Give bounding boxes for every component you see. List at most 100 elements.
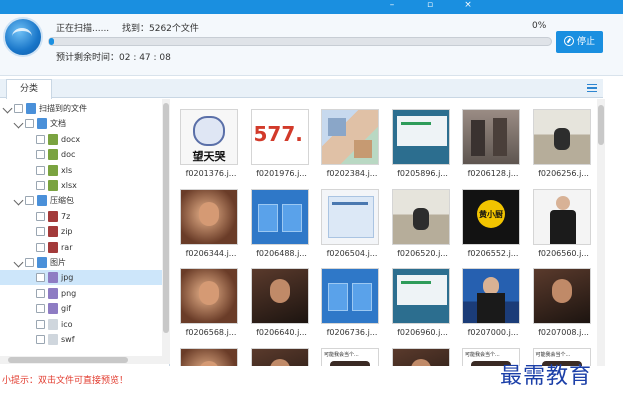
tree-item-rar[interactable]: rar [0, 240, 162, 255]
tree-checkbox[interactable] [36, 227, 45, 237]
tree-item-swf[interactable]: swf [0, 332, 162, 347]
grid-vertical-scrollbar[interactable] [597, 99, 605, 366]
thumbnail-image[interactable] [391, 188, 450, 245]
file-thumbnail[interactable]: f0206640.j... [247, 262, 317, 341]
thumbnail-image[interactable]: 黄小厨 [462, 188, 520, 245]
thumbnail-image[interactable] [250, 188, 309, 245]
file-thumbnail[interactable]: f0205896.j... [388, 103, 458, 182]
tree-checkbox[interactable] [36, 319, 45, 329]
tree-item-label: rar [61, 242, 73, 252]
tree-item-doc[interactable]: doc [0, 147, 162, 162]
thumbnail-image[interactable]: 可能我会当个... [321, 347, 379, 366]
maximize-button[interactable]: ▫ [410, 0, 450, 14]
tree-item-png[interactable]: png [0, 286, 162, 301]
tree-item-ico[interactable]: ico [0, 317, 162, 332]
tree-item-扫描到的文件[interactable]: 扫描到的文件 [0, 101, 162, 116]
thumbnail-image[interactable] [180, 188, 238, 245]
file-thumbnail[interactable]: f0202384.j... [317, 103, 387, 182]
thumbnail-image[interactable] [391, 347, 450, 366]
file-thumbnail[interactable]: f0206736.j... [317, 262, 387, 341]
thumbnail-image[interactable] [532, 188, 591, 245]
thumbnail-image[interactable] [391, 109, 450, 165]
expand-toggle-icon[interactable] [13, 195, 24, 206]
file-thumbnail[interactable]: f0206504.j... [317, 183, 387, 262]
tab-category[interactable]: 分类 [6, 79, 52, 99]
tree-item-图片[interactable]: 图片 [0, 255, 162, 270]
thumbnail-image[interactable] [462, 268, 520, 324]
tree-item-zip[interactable]: zip [0, 224, 162, 239]
file-thumbnail[interactable]: f0206128.j... [458, 103, 528, 182]
thumbnail-image[interactable] [532, 268, 591, 324]
thumbnail-image[interactable]: 望天哭 [180, 109, 238, 165]
file-thumbnail[interactable]: 望天哭 f0201376.j... [176, 103, 246, 182]
file-thumbnail[interactable]: f0207008.j... [529, 262, 597, 341]
file-thumbnail[interactable]: f0206960.j... [388, 262, 458, 341]
scan-percent: 0% [532, 21, 547, 31]
tree-checkbox[interactable] [25, 119, 34, 129]
thumbnail-image[interactable]: 577. [250, 109, 309, 165]
tree-item-7z[interactable]: 7z [0, 209, 162, 224]
file-thumbnail[interactable] [176, 342, 246, 366]
tree-checkbox[interactable] [36, 165, 45, 175]
tree-item-jpg[interactable]: jpg [0, 270, 162, 286]
thumbnail-image[interactable] [462, 109, 520, 165]
tree-checkbox[interactable] [36, 181, 45, 190]
expand-toggle-icon[interactable] [13, 257, 24, 268]
thumbnail-image[interactable] [250, 347, 309, 366]
thumbnail-image[interactable] [180, 268, 238, 324]
tree-checkbox[interactable] [36, 150, 45, 160]
tree-checkbox[interactable] [36, 134, 45, 144]
tree-horizontal-scrollbar[interactable] [0, 356, 162, 364]
thumbnail-image[interactable] [321, 109, 379, 165]
file-thumbnail[interactable]: f0206488.j... [247, 183, 317, 262]
tree-vertical-scrollbar[interactable] [162, 99, 170, 364]
tree-checkbox[interactable] [36, 288, 45, 298]
tree-scroll-thumb[interactable] [163, 103, 169, 333]
expand-toggle-icon[interactable] [2, 103, 13, 114]
tree-checkbox[interactable] [14, 104, 23, 113]
tree-hscroll-thumb[interactable] [8, 357, 128, 363]
tree-checkbox[interactable] [36, 211, 45, 221]
tree-item-label: png [61, 288, 77, 298]
tree-item-docx[interactable]: docx [0, 132, 162, 147]
file-thumbnail[interactable]: 577. f0201976.j... [247, 103, 317, 182]
thumbnail-image[interactable] [250, 268, 309, 324]
tree-checkbox[interactable] [36, 335, 45, 344]
file-thumbnail[interactable]: f0206568.j... [176, 262, 246, 341]
file-name: f0206736.j... [326, 328, 378, 337]
tree-checkbox[interactable] [36, 242, 45, 252]
file-thumbnail[interactable]: f0206344.j... [176, 183, 246, 262]
file-thumbnail[interactable] [247, 342, 317, 366]
tree-checkbox[interactable] [36, 273, 45, 283]
tree-item-gif[interactable]: gif [0, 301, 162, 316]
tree-item-xlsx[interactable]: xlsx [0, 178, 162, 193]
file-thumbnail[interactable]: 可能我会当个... [317, 342, 387, 366]
grid-scroll-thumb[interactable] [598, 105, 604, 145]
close-button[interactable]: × [448, 0, 488, 14]
file-name: f0206552.j... [467, 248, 519, 258]
thumbnail-image[interactable] [391, 268, 450, 324]
file-thumbnail[interactable]: f0206560.j... [529, 183, 597, 262]
thumbnail-image[interactable] [180, 347, 238, 366]
thumbnail-image[interactable] [321, 268, 379, 324]
stop-button[interactable]: 停止 [556, 31, 603, 53]
scan-status-panel: 正在扫描...... 找到：5262个文件 0% 预计剩余时间：02 : 47 … [0, 14, 623, 76]
menu-icon[interactable] [587, 84, 597, 92]
file-thumbnail[interactable] [388, 342, 458, 366]
file-thumbnail[interactable]: 黄小厨 f0206552.j... [458, 183, 528, 262]
thumbnail-image[interactable] [532, 109, 591, 165]
archive-icon [48, 226, 58, 238]
tree-checkbox[interactable] [25, 196, 34, 206]
tree-checkbox[interactable] [36, 304, 45, 314]
expand-toggle-icon[interactable] [13, 118, 24, 129]
tree-item-压缩包[interactable]: 压缩包 [0, 193, 162, 208]
file-thumbnail[interactable]: f0207000.j... [458, 262, 528, 341]
minimize-button[interactable]: – [372, 0, 412, 14]
tree-item-文档[interactable]: 文档 [0, 116, 162, 131]
file-name: f0206640.j... [256, 328, 307, 337]
file-thumbnail[interactable]: f0206256.j... [529, 103, 597, 182]
file-thumbnail[interactable]: f0206520.j... [388, 183, 458, 262]
thumbnail-image[interactable] [321, 188, 379, 245]
tree-item-xls[interactable]: xls [0, 163, 162, 178]
tree-checkbox[interactable] [25, 258, 34, 267]
